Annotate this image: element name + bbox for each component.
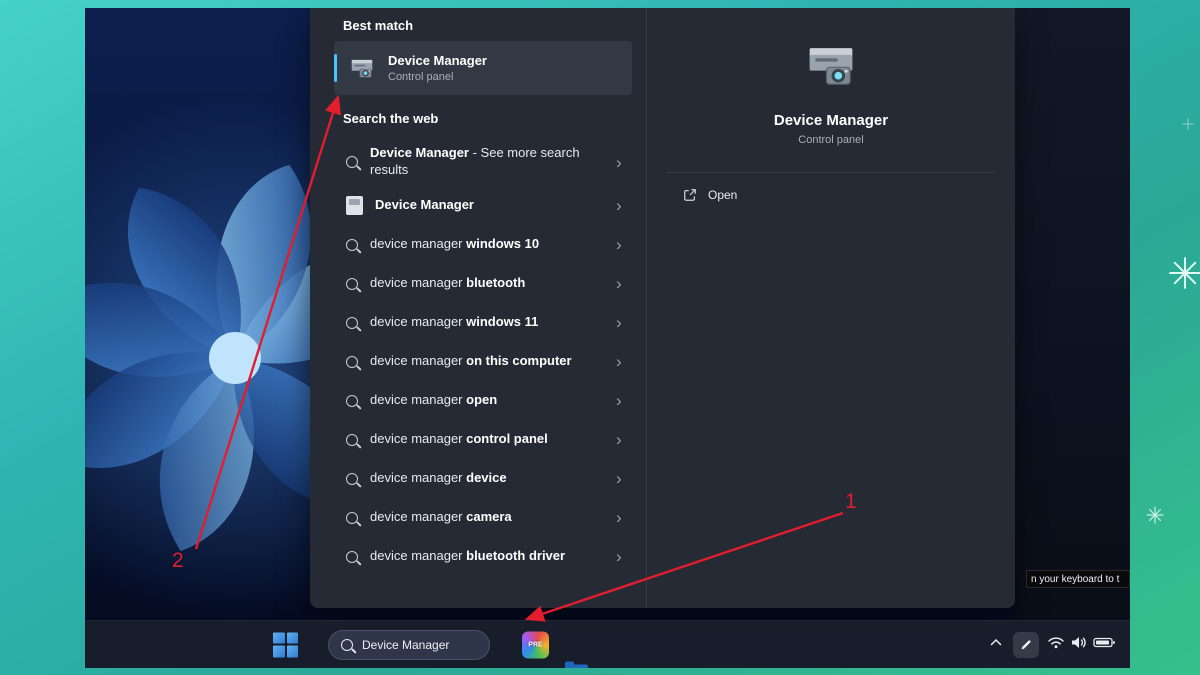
chevron-right-icon[interactable] bbox=[616, 197, 626, 214]
file-explorer-icon[interactable] bbox=[563, 658, 590, 668]
chevron-right-icon[interactable] bbox=[616, 314, 626, 331]
search-icon bbox=[346, 356, 358, 368]
web-result-list: Device Manager - See more search results… bbox=[310, 138, 646, 576]
search-icon bbox=[346, 512, 358, 524]
taskbar-search-box[interactable]: Device Manager bbox=[328, 630, 490, 660]
search-icon bbox=[346, 278, 358, 290]
search-suggestion[interactable]: device manager windows 11 bbox=[310, 303, 646, 342]
taskbar-search-value: Device Manager bbox=[362, 638, 449, 652]
best-match-header: Best match bbox=[343, 18, 646, 33]
search-suggestion[interactable]: device manager on this computer bbox=[310, 342, 646, 381]
start-search-flyout: Best match Device Manager Contr bbox=[310, 8, 1015, 608]
search-suggestion[interactable]: device manager control panel bbox=[310, 420, 646, 459]
suggestion-text: Device Manager - See more search results bbox=[370, 145, 585, 179]
search-icon bbox=[346, 473, 358, 485]
suggestion-text: device manager windows 11 bbox=[370, 314, 585, 331]
open-label: Open bbox=[708, 188, 737, 202]
search-results-column: Best match Device Manager Contr bbox=[310, 8, 647, 608]
suggestion-text: device manager windows 10 bbox=[370, 236, 585, 253]
chevron-right-icon[interactable] bbox=[616, 548, 626, 565]
best-match-text: Device Manager Control panel bbox=[388, 53, 487, 83]
battery-icon[interactable] bbox=[1093, 635, 1115, 654]
suggestion-text: device manager on this computer bbox=[370, 353, 585, 370]
chevron-right-icon[interactable] bbox=[616, 236, 626, 253]
detail-divider bbox=[667, 172, 995, 173]
screenshot-stage: Best match Device Manager Contr bbox=[0, 0, 1200, 675]
search-suggestion[interactable]: device manager windows 10 bbox=[310, 225, 646, 264]
detail-title: Device Manager bbox=[774, 112, 888, 129]
chevron-right-icon[interactable] bbox=[616, 275, 626, 292]
device-manager-app-icon bbox=[346, 196, 363, 215]
chevron-right-icon[interactable] bbox=[616, 392, 626, 409]
suggestion-text: device manager bluetooth bbox=[370, 275, 585, 292]
taskbar: Device Manager PRE M bbox=[85, 620, 1130, 668]
volume-icon[interactable] bbox=[1070, 634, 1088, 655]
start-button[interactable] bbox=[273, 632, 298, 657]
best-match-title: Device Manager bbox=[388, 53, 487, 68]
search-icon bbox=[346, 551, 358, 563]
suggestion-text: device manager camera bbox=[370, 509, 585, 526]
search-suggestion-app[interactable]: Device Manager bbox=[310, 186, 646, 225]
search-icon bbox=[346, 239, 358, 251]
windows-desktop: Best match Device Manager Contr bbox=[85, 8, 1130, 668]
search-icon bbox=[341, 639, 353, 651]
windows-logo-icon bbox=[273, 632, 285, 644]
search-icon bbox=[346, 434, 358, 446]
best-match-result[interactable]: Device Manager Control panel bbox=[334, 41, 632, 95]
detail-subtitle: Control panel bbox=[798, 134, 863, 146]
search-suggestion[interactable]: device manager camera bbox=[310, 498, 646, 537]
pre-app-icon[interactable]: PRE bbox=[522, 631, 549, 658]
search-the-web-header: Search the web bbox=[343, 111, 646, 126]
device-manager-icon bbox=[349, 55, 375, 81]
search-icon bbox=[346, 156, 358, 168]
suggestion-text: device manager open bbox=[370, 392, 585, 409]
tray-chevron-up-icon[interactable] bbox=[988, 634, 1004, 655]
suggestion-text: Device Manager bbox=[375, 197, 590, 214]
chevron-right-icon[interactable] bbox=[616, 509, 626, 526]
selection-accent-bar bbox=[334, 54, 337, 82]
open-action-button[interactable]: Open bbox=[683, 188, 737, 202]
result-detail-pane: Device Manager Control panel Open bbox=[647, 8, 1015, 608]
chevron-right-icon[interactable] bbox=[616, 353, 626, 370]
chevron-right-icon[interactable] bbox=[616, 470, 626, 487]
suggestion-text: device manager device bbox=[370, 470, 585, 487]
search-suggestion[interactable]: device manager bluetooth driver bbox=[310, 537, 646, 576]
tooltip-fragment: n your keyboard to t bbox=[1026, 570, 1130, 588]
search-icon bbox=[346, 317, 358, 329]
pen-menu-icon[interactable] bbox=[1013, 632, 1039, 658]
chevron-right-icon[interactable] bbox=[616, 431, 626, 448]
dimmed-desktop-strip bbox=[1015, 8, 1130, 620]
search-suggestion-see-more[interactable]: Device Manager - See more search results bbox=[310, 138, 646, 186]
chevron-right-icon[interactable] bbox=[616, 154, 626, 171]
search-icon bbox=[346, 395, 358, 407]
sparkle-decoration bbox=[1168, 256, 1200, 290]
search-suggestion[interactable]: device manager device bbox=[310, 459, 646, 498]
open-external-icon bbox=[683, 188, 697, 202]
wifi-icon[interactable] bbox=[1047, 634, 1065, 655]
search-suggestion[interactable]: device manager open bbox=[310, 381, 646, 420]
suggestion-text: device manager control panel bbox=[370, 431, 585, 448]
device-manager-icon-large bbox=[804, 38, 858, 92]
best-match-subtitle: Control panel bbox=[388, 71, 487, 83]
sparkle-decoration bbox=[1146, 506, 1164, 524]
search-suggestion[interactable]: device manager bluetooth bbox=[310, 264, 646, 303]
sparkle-decoration bbox=[1182, 118, 1194, 130]
suggestion-text: device manager bluetooth driver bbox=[370, 548, 585, 565]
